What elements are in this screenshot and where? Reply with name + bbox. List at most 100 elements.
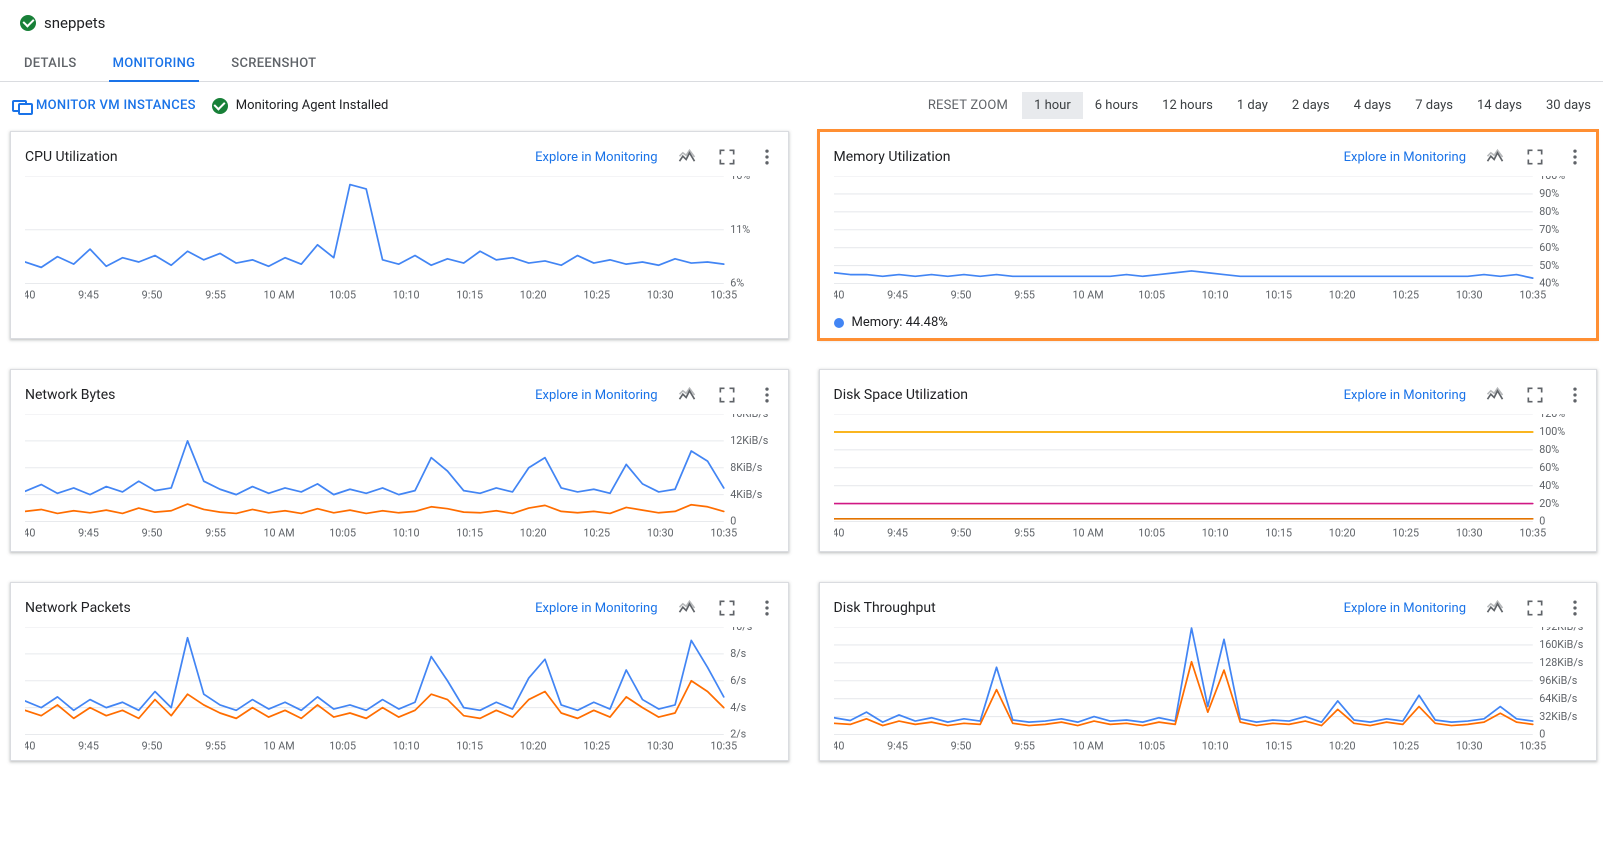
svg-text:10:30: 10:30 [1455,740,1482,753]
fullscreen-icon[interactable] [1524,597,1546,619]
svg-text:9:55: 9:55 [205,289,226,302]
svg-text:10:25: 10:25 [1392,740,1419,753]
svg-text:10:20: 10:20 [520,527,547,540]
tab-details[interactable]: DETAILS [20,48,81,81]
fullscreen-icon[interactable] [716,146,738,168]
svg-text:9:40: 9:40 [834,740,844,753]
fullscreen-icon[interactable] [1524,146,1546,168]
svg-text:10:15: 10:15 [456,740,483,753]
check-icon [212,98,228,114]
chart-legend-icon[interactable] [1484,384,1506,406]
chart-legend-icon[interactable] [1484,146,1506,168]
svg-text:10:20: 10:20 [1328,289,1355,302]
svg-text:9:45: 9:45 [78,740,99,753]
chart-title: Memory Utilization [834,149,951,165]
svg-text:96KiB/s: 96KiB/s [1539,674,1578,687]
more-options-icon[interactable] [1564,146,1586,168]
svg-text:6/s: 6/s [730,674,746,687]
chart-plot-area[interactable]: 120%100%80%60%40%20%09:409:459:509:5510 … [834,414,1587,543]
chart-legend-icon[interactable] [676,384,698,406]
time-option-4-days[interactable]: 4 days [1342,92,1404,119]
check-icon [20,15,36,31]
chart-plot-area[interactable]: 16%11%6%9:409:459:509:5510 AM10:0510:101… [25,176,778,305]
reset-zoom-button[interactable]: RESET ZOOM [914,92,1022,119]
time-option-1-hour[interactable]: 1 hour [1022,92,1083,119]
chart-plot-area[interactable]: 100%90%80%70%60%50%40%9:409:459:509:5510… [834,176,1587,305]
time-option-6-hours[interactable]: 6 hours [1083,92,1150,119]
svg-text:10:10: 10:10 [1201,740,1228,753]
chart-card-mem: Memory Utilization Explore in Monitoring… [819,131,1598,339]
chart-card-disku: Disk Space Utilization Explore in Monito… [819,369,1598,552]
svg-text:10:05: 10:05 [1138,527,1165,540]
explore-in-monitoring-link[interactable]: Explore in Monitoring [535,150,657,165]
svg-text:20%: 20% [1539,497,1559,510]
svg-text:10:20: 10:20 [1328,527,1355,540]
more-options-icon[interactable] [756,597,778,619]
chart-plot-area[interactable]: 10/s8/s6/s4/s2/s9:409:459:509:5510 AM10:… [25,627,778,756]
tabs: DETAILS MONITORING SCREENSHOT [0,38,1603,82]
explore-in-monitoring-link[interactable]: Explore in Monitoring [1344,150,1466,165]
svg-text:10 AM: 10 AM [1072,289,1103,302]
time-option-1-day[interactable]: 1 day [1225,92,1280,119]
time-option-2-days[interactable]: 2 days [1280,92,1342,119]
svg-text:10:25: 10:25 [583,527,610,540]
svg-text:10:20: 10:20 [520,289,547,302]
svg-text:10:10: 10:10 [393,289,420,302]
svg-text:9:50: 9:50 [142,527,163,540]
svg-text:9:40: 9:40 [25,527,35,540]
time-option-12-hours[interactable]: 12 hours [1150,92,1225,119]
svg-text:10:35: 10:35 [1519,740,1546,753]
svg-text:8KiB/s: 8KiB/s [730,461,763,474]
more-options-icon[interactable] [756,146,778,168]
monitor-vm-instances-link[interactable]: MONITOR VM INSTANCES [10,98,196,113]
svg-text:100%: 100% [1539,176,1565,182]
time-range-options: RESET ZOOM 1 hour6 hours12 hours1 day2 d… [914,92,1603,119]
svg-text:10 AM: 10 AM [264,527,295,540]
svg-text:64KiB/s: 64KiB/s [1539,692,1578,705]
fullscreen-icon[interactable] [1524,384,1546,406]
svg-text:10:30: 10:30 [647,289,674,302]
time-option-7-days[interactable]: 7 days [1403,92,1465,119]
svg-text:12KiB/s: 12KiB/s [730,434,769,447]
legend-label: Memory: 44.48% [852,315,948,330]
svg-text:10:15: 10:15 [456,527,483,540]
chart-plot-area[interactable]: 16KiB/s12KiB/s8KiB/s4KiB/s09:409:459:509… [25,414,778,543]
svg-text:9:45: 9:45 [887,740,908,753]
chart-title: Disk Space Utilization [834,387,969,403]
more-options-icon[interactable] [1564,384,1586,406]
svg-text:10 AM: 10 AM [1072,527,1103,540]
chart-card-diskt: Disk Throughput Explore in Monitoring 19… [819,582,1598,761]
chart-legend-icon[interactable] [676,146,698,168]
tab-monitoring[interactable]: MONITORING [109,48,200,81]
chart-plot-area[interactable]: 192KiB/s160KiB/s128KiB/s96KiB/s64KiB/s32… [834,627,1587,756]
svg-text:10:25: 10:25 [583,289,610,302]
svg-text:192KiB/s: 192KiB/s [1539,627,1584,633]
explore-in-monitoring-link[interactable]: Explore in Monitoring [1344,388,1466,403]
svg-text:10:35: 10:35 [710,289,737,302]
svg-text:10:30: 10:30 [1455,527,1482,540]
svg-text:9:45: 9:45 [887,527,908,540]
svg-text:60%: 60% [1539,241,1559,254]
svg-text:80%: 80% [1539,443,1559,456]
time-option-14-days[interactable]: 14 days [1465,92,1534,119]
explore-in-monitoring-link[interactable]: Explore in Monitoring [535,388,657,403]
svg-text:9:40: 9:40 [25,289,35,302]
svg-text:10:35: 10:35 [710,527,737,540]
explore-in-monitoring-link[interactable]: Explore in Monitoring [1344,601,1466,616]
fullscreen-icon[interactable] [716,384,738,406]
more-options-icon[interactable] [756,384,778,406]
svg-text:10:10: 10:10 [1201,527,1228,540]
chart-legend-icon[interactable] [1484,597,1506,619]
explore-in-monitoring-link[interactable]: Explore in Monitoring [535,601,657,616]
time-option-30-days[interactable]: 30 days [1534,92,1603,119]
svg-text:10 AM: 10 AM [264,289,295,302]
svg-text:10 AM: 10 AM [264,740,295,753]
svg-text:10:05: 10:05 [1138,740,1165,753]
svg-text:120%: 120% [1539,414,1565,420]
more-options-icon[interactable] [1564,597,1586,619]
svg-text:10:30: 10:30 [1455,289,1482,302]
fullscreen-icon[interactable] [716,597,738,619]
monitor-vm-instances-label: MONITOR VM INSTANCES [36,98,196,113]
chart-legend-icon[interactable] [676,597,698,619]
tab-screenshot[interactable]: SCREENSHOT [227,48,320,81]
